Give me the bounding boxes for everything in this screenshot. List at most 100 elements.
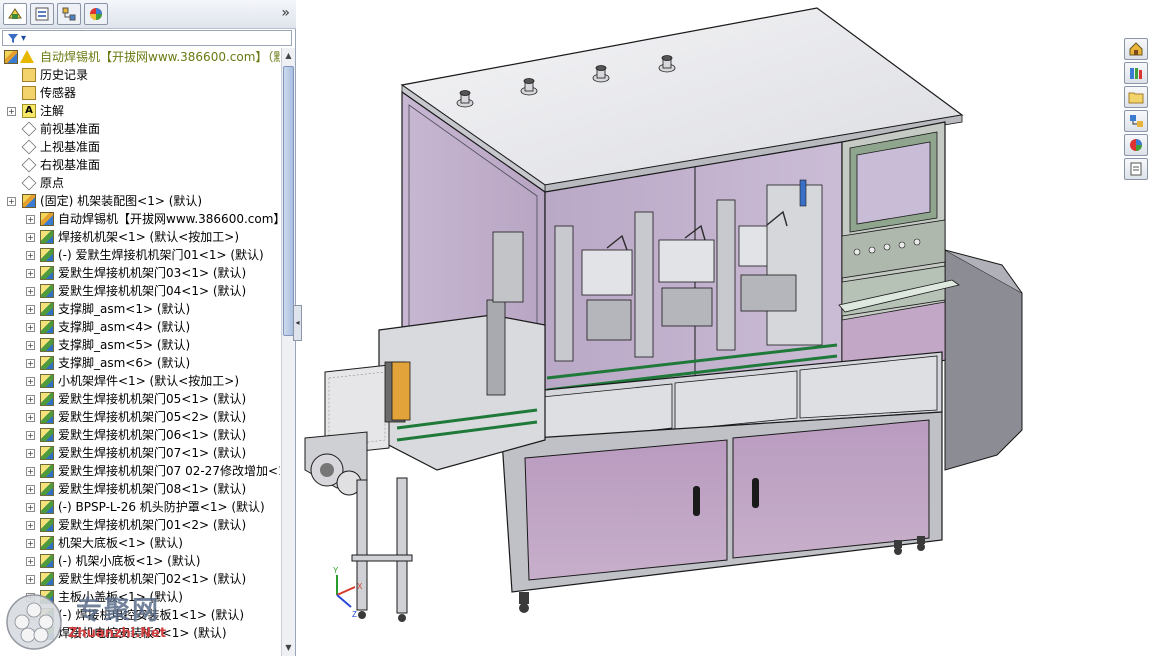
machine-3d-model[interactable]: X Y Z (297, 0, 1152, 656)
tree-item-6[interactable]: 原点 (0, 174, 280, 192)
component-icon (40, 230, 54, 244)
scrollbar-thumb[interactable] (283, 66, 294, 336)
task-pane-custom-properties-button[interactable] (1124, 158, 1148, 180)
tree-item-1[interactable]: 传感器 (0, 84, 280, 102)
expand-toggle-icon[interactable]: + (26, 449, 35, 458)
tab-display-manager[interactable] (84, 3, 108, 25)
expand-toggle-icon[interactable]: + (26, 521, 35, 530)
component-icon (40, 482, 54, 496)
tree-node-label: 支撑脚_asm<6> (默认) (58, 356, 191, 370)
tree-component[interactable]: + 爱默生焊接机机架门05<1> (默认) (0, 390, 280, 408)
tree-component[interactable]: + 爱默生焊接机机架门05<2> (默认) (0, 408, 280, 426)
expand-panel-icon[interactable]: » (281, 5, 290, 21)
expand-toggle-icon[interactable]: + (26, 395, 35, 404)
expand-toggle-icon[interactable]: + (7, 107, 16, 116)
design-library-icon (1130, 68, 1142, 79)
tree-component[interactable]: + 支撑脚_asm<1> (默认) (0, 300, 280, 318)
tree-component[interactable]: + 爱默生焊接机机架门08<1> (默认) (0, 480, 280, 498)
component-icon (40, 248, 54, 262)
tree-component[interactable]: + 爱默生焊接机机架门01<2> (默认) (0, 516, 280, 534)
tree-node-label: 爱默生焊接机机架门01<2> (默认) (58, 518, 247, 532)
tree-component[interactable]: + 支撑脚_asm<4> (默认) (0, 318, 280, 336)
tree-component[interactable]: + 小机架焊件<1> (默认<按加工>) (0, 372, 280, 390)
graphics-area[interactable]: X Y Z (297, 0, 1152, 656)
tree-scrollbar[interactable]: ▲ ▼ (281, 48, 295, 656)
tree-node-label: 爱默生焊接机机架门05<1> (默认) (58, 392, 247, 406)
tree-subassembly[interactable]: + (固定) 机架装配图<1> (默认) (0, 192, 280, 210)
expand-toggle-icon[interactable]: + (26, 539, 35, 548)
expand-toggle-icon[interactable]: + (26, 359, 35, 368)
tree-item-5[interactable]: 右视基准面 (0, 156, 280, 174)
tree-node-label: 上视基准面 (40, 140, 101, 154)
tree-node-label: 支撑脚_asm<4> (默认) (58, 320, 191, 334)
tree-node-label: 爱默生焊接机机架门02<1> (默认) (58, 572, 247, 586)
tab-configuration-manager[interactable] (57, 3, 81, 25)
expand-toggle-icon[interactable]: + (26, 503, 35, 512)
task-pane-appearances-button[interactable] (1124, 134, 1148, 156)
expand-toggle-icon[interactable]: + (26, 323, 35, 332)
expand-toggle-icon[interactable]: + (26, 251, 35, 260)
tree-component[interactable]: + 爱默生焊接机机架门07 02-27修改增加<1 (0, 462, 280, 480)
tree-item-4[interactable]: 上视基准面 (0, 138, 280, 156)
door-handle-left (693, 486, 700, 516)
home-icon (1129, 42, 1143, 56)
tree-component[interactable]: + 爱默生焊接机机架门07<1> (默认) (0, 444, 280, 462)
tree-component[interactable]: + 爱默生焊接机机架门03<1> (默认) (0, 264, 280, 282)
tree-node-label: 爱默生焊接机机架门07<1> (默认) (58, 446, 247, 460)
tree-component[interactable]: + 机架大底板<1> (默认) (0, 534, 280, 552)
expand-toggle-icon[interactable]: + (26, 341, 35, 350)
tree-filter[interactable]: ▾ (2, 30, 292, 46)
task-pane-file-explorer-button[interactable] (1124, 86, 1148, 108)
expand-toggle-icon[interactable]: + (7, 197, 16, 206)
expand-toggle-icon[interactable]: + (26, 287, 35, 296)
tree-item-0[interactable]: 历史记录 (0, 66, 280, 84)
tree-node-label: 爱默生焊接机机架门05<2> (默认) (58, 410, 247, 424)
expand-toggle-icon[interactable]: + (26, 431, 35, 440)
tab-property-manager[interactable] (30, 3, 54, 25)
tree-component[interactable]: + 焊接机机架<1> (默认<按加工>) (0, 228, 280, 246)
tree-item-3[interactable]: 前视基准面 (0, 120, 280, 138)
tree-component[interactable]: + 支撑脚_asm<5> (默认) (0, 336, 280, 354)
expand-toggle-icon[interactable]: + (26, 557, 35, 566)
tree-component[interactable]: + 自动焊锡机【开拔网www.386600.com】 (0, 210, 280, 228)
view-palette-icon (1130, 115, 1143, 127)
property-icon (35, 7, 49, 21)
expand-toggle-icon[interactable]: + (26, 413, 35, 422)
component-icon (40, 572, 54, 586)
folder-icon (1128, 92, 1144, 104)
tree-component[interactable]: + 爱默生焊接机机架门02<1> (默认) (0, 570, 280, 588)
tree-component[interactable]: + 支撑脚_asm<6> (默认) (0, 354, 280, 372)
expand-toggle-icon[interactable]: + (26, 215, 35, 224)
panel-collapse-handle[interactable]: ◂ (293, 305, 302, 341)
tree-item-2[interactable]: + A 注解 (0, 102, 280, 120)
tree-component[interactable]: + (-) 机架小底板<1> (默认) (0, 552, 280, 570)
tree-node-label: 注解 (40, 104, 65, 118)
tree-node-label: 爱默生焊接机机架门06<1> (默认) (58, 428, 247, 442)
tree-node-label: 机架大底板<1> (默认) (58, 536, 183, 550)
expand-toggle-icon[interactable]: + (26, 575, 35, 584)
tree-node-label: (-) 机架小底板<1> (默认) (58, 554, 201, 568)
task-pane-home-button[interactable] (1124, 38, 1148, 60)
task-pane-design-library-button[interactable] (1124, 62, 1148, 84)
component-icon (40, 356, 54, 370)
tab-feature-manager[interactable] (3, 3, 27, 25)
scroll-up-icon[interactable]: ▲ (283, 49, 294, 63)
component-icon (40, 338, 54, 352)
expand-toggle-icon[interactable]: + (26, 377, 35, 386)
expand-toggle-icon[interactable]: + (26, 233, 35, 242)
svg-text:Z: Z (352, 610, 357, 619)
task-pane-view-palette-button[interactable] (1124, 110, 1148, 132)
watermark-subtext: Zhuanzhi.Net (68, 626, 167, 641)
expand-toggle-icon[interactable]: + (26, 269, 35, 278)
root-assembly-label: 自动焊锡机【开拔网www.386600.com】（默认 (40, 50, 280, 64)
tree-component[interactable]: + (-) 爱默生焊接机机架门01<1> (默认) (0, 246, 280, 264)
component-icon (40, 464, 54, 478)
expand-toggle-icon[interactable]: + (26, 305, 35, 314)
expand-toggle-icon[interactable]: + (26, 485, 35, 494)
tree-root-assembly[interactable]: 自动焊锡机【开拔网www.386600.com】（默认 (0, 48, 280, 66)
tree-component[interactable]: + 爱默生焊接机机架门04<1> (默认) (0, 282, 280, 300)
scroll-down-icon[interactable]: ▼ (283, 641, 294, 655)
tree-component[interactable]: + (-) BPSP-L-26 机头防护罩<1> (默认) (0, 498, 280, 516)
expand-toggle-icon[interactable]: + (26, 467, 35, 476)
tree-component[interactable]: + 爱默生焊接机机架门06<1> (默认) (0, 426, 280, 444)
